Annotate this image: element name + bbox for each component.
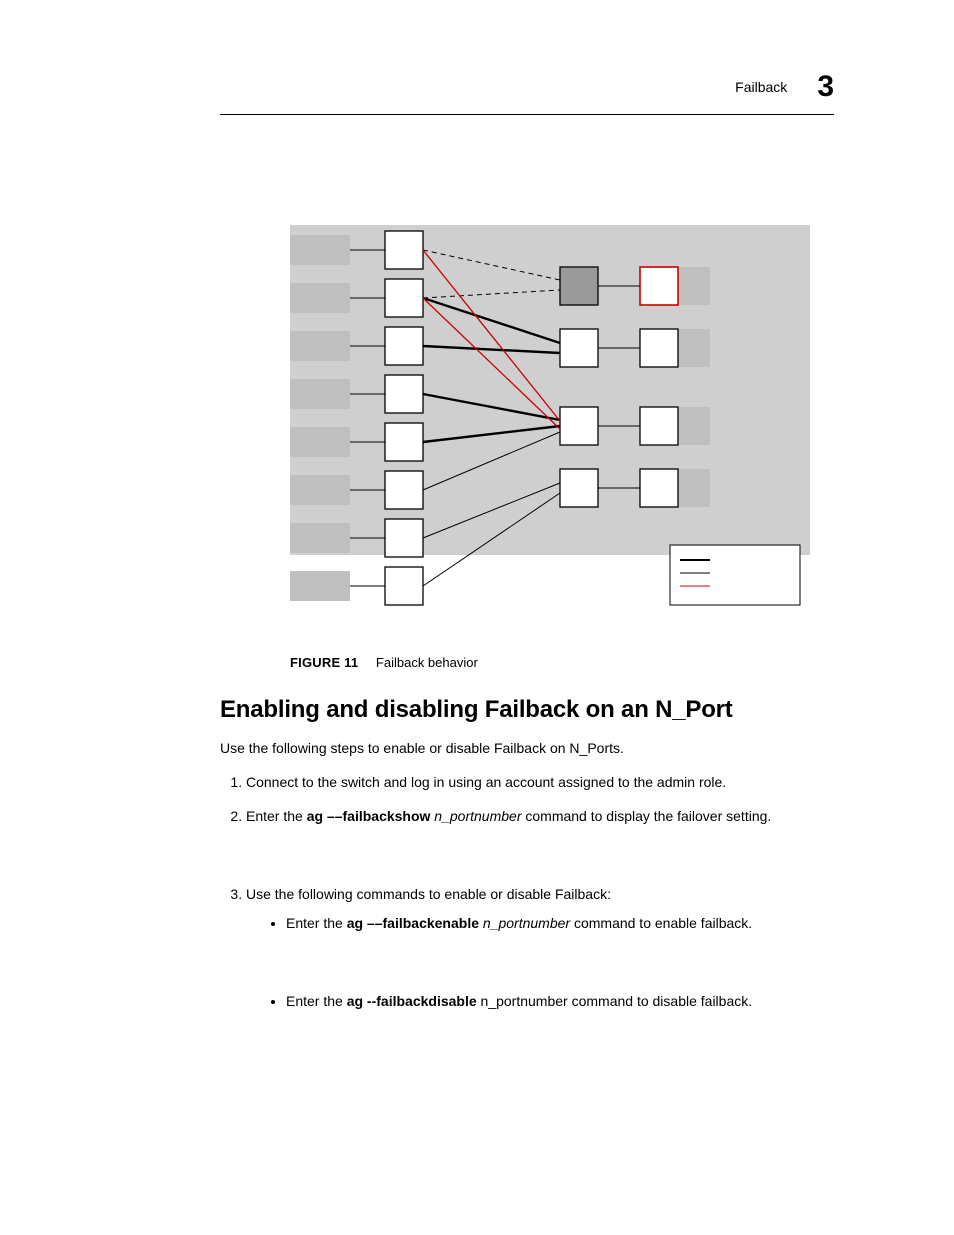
page-header: Failback 3 <box>220 70 834 104</box>
b2-cmd: ag --failbackdisable <box>347 993 477 1009</box>
step-2-cmd: ag ––failbackshow <box>307 808 431 824</box>
mid-node-failed <box>560 267 598 305</box>
b2-arg: n_portnumber <box>477 993 568 1009</box>
left-node <box>385 471 423 509</box>
step-3: Use the following commands to enable or … <box>246 884 834 1013</box>
mid-node <box>560 469 598 507</box>
right-node <box>640 407 678 445</box>
step-2-arg: n_portnumber <box>430 808 521 824</box>
b1-text-b: command to enable failback. <box>570 915 752 931</box>
step-2-text-a: Enter the <box>246 808 307 824</box>
b1-text-a: Enter the <box>286 915 347 931</box>
figure-11: FIGURE 11 Failback behavior <box>290 225 834 670</box>
right-node-failed <box>640 267 678 305</box>
mid-node <box>560 329 598 367</box>
step-2-text-b: command to display the failover setting. <box>521 808 771 824</box>
b2-text-b: command to disable failback. <box>568 993 752 1009</box>
intro-paragraph: Use the following steps to enable or dis… <box>220 738 834 758</box>
header-section-label: Failback <box>735 79 787 95</box>
left-node <box>385 327 423 365</box>
b1-arg: n_portnumber <box>479 915 570 931</box>
chapter-number: 3 <box>817 70 834 104</box>
failback-diagram <box>290 225 810 645</box>
figure-label: FIGURE 11 <box>290 655 358 670</box>
b1-cmd: ag ––failbackenable <box>347 915 479 931</box>
steps-list: Connect to the switch and log in using a… <box>220 772 834 1012</box>
step-3-bullet-2: Enter the ag --failbackdisable n_portnum… <box>286 991 834 1013</box>
figure-caption: FIGURE 11 Failback behavior <box>290 655 834 670</box>
right-node <box>640 469 678 507</box>
figure-caption-text: Failback behavior <box>376 655 478 670</box>
left-node <box>385 375 423 413</box>
step-3-bullet-1: Enter the ag ––failbackenable n_portnumb… <box>286 913 834 935</box>
header-rule <box>220 114 834 115</box>
left-node <box>385 567 423 605</box>
step-3-sublist: Enter the ag ––failbackenable n_portnumb… <box>246 913 834 1012</box>
mid-node <box>560 407 598 445</box>
section-heading: Enabling and disabling Failback on an N_… <box>220 696 834 724</box>
left-node <box>385 231 423 269</box>
b2-text-a: Enter the <box>286 993 347 1009</box>
page: Failback 3 <box>0 0 954 1129</box>
step-3-text: Use the following commands to enable or … <box>246 886 611 902</box>
left-node <box>385 423 423 461</box>
right-node <box>640 329 678 367</box>
left-node <box>385 279 423 317</box>
left-node <box>385 519 423 557</box>
step-1: Connect to the switch and log in using a… <box>246 772 834 794</box>
legend-box <box>670 545 800 605</box>
step-2: Enter the ag ––failbackshow n_portnumber… <box>246 806 834 828</box>
